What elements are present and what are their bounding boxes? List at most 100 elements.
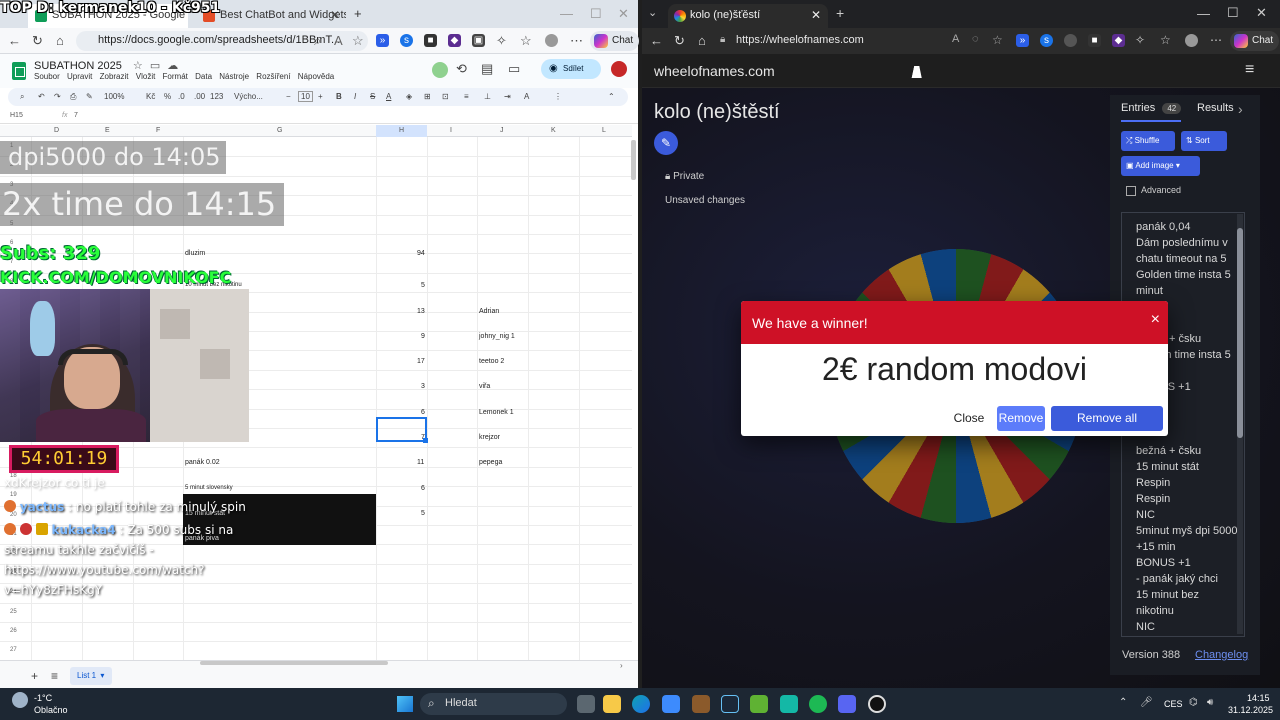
spotify-icon[interactable]	[809, 695, 827, 713]
extension-icon[interactable]	[1064, 34, 1077, 47]
print-icon[interactable]: ⎙	[70, 92, 76, 102]
currency-button[interactable]: Kč	[146, 92, 155, 101]
search-menus-icon[interactable]: ⌕	[20, 92, 24, 102]
tab-entries[interactable]: Entries 42	[1121, 102, 1182, 114]
col-header-k[interactable]: K	[551, 127, 556, 134]
minimize-icon[interactable]: —	[560, 6, 573, 21]
cell[interactable]: 3	[421, 383, 425, 390]
cell[interactable]: krejzor	[479, 434, 500, 441]
favorites-icon[interactable]: ☆	[520, 33, 532, 49]
extension-icon[interactable]: ■	[424, 34, 437, 47]
font-size-field[interactable]: 10	[298, 91, 313, 102]
font-size-increase[interactable]: +	[318, 92, 323, 101]
translate-icon[interactable]: A	[952, 33, 959, 45]
url-field[interactable]: https://docs.google.com/spreadsheets/d/1…	[76, 31, 368, 51]
translate-icon[interactable]: A	[334, 33, 343, 48]
undo-icon[interactable]: ↶	[38, 92, 45, 101]
cell[interactable]: Adrian	[479, 308, 499, 315]
edge-icon[interactable]	[632, 695, 650, 713]
menu-insert[interactable]: Vložit	[136, 72, 156, 81]
menu-tools[interactable]: Nástroje	[219, 72, 249, 81]
user-avatar[interactable]	[611, 61, 627, 77]
close-tab-icon[interactable]: ✕	[330, 8, 340, 22]
menu-file[interactable]: Soubor	[34, 72, 60, 81]
wheel-title[interactable]: kolo (ne)štěstí	[654, 101, 780, 124]
new-tab-icon[interactable]: +	[836, 5, 844, 21]
app-icon[interactable]	[692, 695, 710, 713]
paint-format-icon[interactable]: ✎	[86, 92, 93, 101]
cell[interactable]: Lemonek 1	[479, 409, 514, 416]
tab-actions-icon[interactable]: ⌄	[648, 6, 657, 19]
extension-icon[interactable]: »	[1016, 34, 1029, 47]
col-header-f[interactable]: F	[156, 127, 160, 134]
increase-decimal-button[interactable]: .00	[194, 92, 205, 101]
borders-icon[interactable]: ⊞	[424, 92, 431, 101]
scroll-right-icon[interactable]: ›	[620, 661, 623, 670]
history-icon[interactable]: ⟲	[456, 61, 467, 77]
close-tab-icon[interactable]: ✕	[811, 8, 821, 22]
name-box[interactable]: H15	[10, 112, 23, 119]
puzzle-icon[interactable]: ✧	[1135, 33, 1145, 47]
advanced-label[interactable]: Advanced	[1141, 185, 1181, 195]
number-format-button[interactable]: 123	[210, 92, 223, 101]
profile-avatar-icon[interactable]	[545, 34, 558, 47]
store-icon[interactable]	[662, 695, 680, 713]
cell[interactable]: 7	[421, 434, 425, 441]
cell[interactable]: 5	[421, 282, 425, 289]
italic-icon[interactable]: I	[354, 92, 356, 101]
advanced-checkbox[interactable]	[1126, 186, 1136, 196]
windows-start-icon[interactable]	[397, 696, 413, 712]
changelog-link[interactable]: Changelog	[1195, 649, 1248, 661]
extension-icon[interactable]: ◆	[448, 34, 461, 47]
comments-icon[interactable]: ▤	[481, 61, 493, 77]
font-select[interactable]: Výcho...	[234, 92, 263, 101]
menu-format[interactable]: Formát	[163, 72, 188, 81]
row-number[interactable]: 26	[10, 628, 17, 634]
selected-cell-h15[interactable]	[376, 417, 428, 443]
more-menu-icon[interactable]: ⋯	[570, 33, 583, 49]
task-view-icon[interactable]	[577, 695, 595, 713]
extension-icon[interactable]: s	[1040, 34, 1053, 47]
favorites-icon[interactable]: ☆	[1160, 33, 1171, 47]
bold-icon[interactable]: B	[336, 92, 342, 101]
new-tab-icon[interactable]: +	[354, 6, 362, 21]
menu-edit[interactable]: Upravit	[67, 72, 92, 81]
weather-temp[interactable]: -1°C	[34, 693, 52, 703]
star-icon[interactable]: ☆	[352, 33, 364, 49]
cell[interactable]: 5 minut slovensky	[185, 485, 233, 491]
app-icon[interactable]	[868, 695, 886, 713]
private-status[interactable]: 🔒︎ Private	[665, 171, 704, 182]
align-icon[interactable]: ≡	[464, 92, 469, 101]
search-icon[interactable]: ⌕	[314, 33, 321, 49]
hamburger-menu-icon[interactable]: ≡	[1245, 61, 1254, 79]
decrease-decimal-button[interactable]: .0	[178, 92, 185, 101]
home-icon[interactable]: ⌂	[56, 33, 64, 48]
col-header-e[interactable]: E	[105, 127, 110, 134]
sort-button[interactable]: ⇅ Sort	[1181, 131, 1227, 151]
cell[interactable]: 11	[417, 459, 424, 466]
microphone-icon[interactable]: 🎤︎	[1140, 697, 1153, 708]
remove-all-instances-button[interactable]: Remove all instances	[1051, 406, 1163, 431]
maximize-icon[interactable]: ☐	[1227, 5, 1239, 21]
percent-button[interactable]: %	[164, 92, 171, 101]
meet-icon[interactable]	[432, 62, 448, 78]
rotate-icon[interactable]: A	[524, 92, 529, 101]
close-button[interactable]: Close	[947, 406, 991, 431]
back-icon[interactable]: ←	[8, 33, 21, 48]
text-color-icon[interactable]: A	[386, 92, 391, 101]
add-sheet-icon[interactable]: +	[31, 669, 38, 683]
more-tools-icon[interactable]: ⋮	[554, 92, 562, 101]
cell[interactable]: dluzim	[185, 250, 205, 257]
share-button[interactable]: ◉ Sdílet	[541, 59, 601, 79]
redo-icon[interactable]: ↷	[54, 92, 61, 101]
document-title[interactable]: SUBATHON 2025 ☆ ▭ ☁	[34, 59, 178, 72]
menu-extensions[interactable]: Rozšíření	[256, 72, 290, 81]
cell[interactable]: 13	[417, 308, 425, 315]
tray-overflow-icon[interactable]: ⌃	[1119, 697, 1127, 708]
cell[interactable]: 6	[421, 409, 425, 416]
cell[interactable]: 9	[421, 333, 425, 340]
shuffle-button[interactable]: ⤮ Shuffle	[1121, 131, 1175, 151]
discord-icon[interactable]	[838, 695, 856, 713]
volume-icon[interactable]: 🔊︎	[1207, 697, 1213, 708]
zoom-select[interactable]: 100%	[104, 92, 124, 101]
